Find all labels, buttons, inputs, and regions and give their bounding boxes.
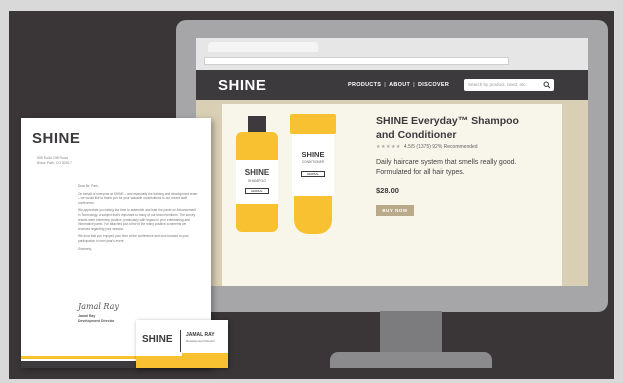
conditioner-brand: SHINE [301,150,325,159]
business-card: SHINE JAMAL RAY Development Director [136,320,228,368]
rating-stars-icon: ★★★★★ [376,144,401,150]
card-yellow-block [182,353,228,368]
nav-separator: | [384,82,387,88]
browser-tab[interactable] [208,42,318,52]
product-price: $28.00 [376,186,399,195]
card-divider [180,330,181,352]
card-role: Development Director [186,339,216,343]
card-name: JAMAL RAY [186,332,215,338]
conditioner-tube [292,134,334,196]
site-logo[interactable]: SHINE [218,77,266,94]
rating-row: ★★★★★ 4.5/5 (1375) 92% Recommended [376,144,478,150]
product-description: Daily haircare system that smells really… [376,159,517,176]
site-navbar: SHINE PRODUCTS | ABOUT | DISCOVER Search by … [196,70,588,100]
letter-paragraph: On behalf of everyone at SHINE – and esp… [78,191,198,205]
letter-body: Dear Mr. Park, On behalf of everyone at … [78,184,198,254]
browser-chrome [196,38,588,70]
search-placeholder: Search by product, need, etc. [468,82,527,87]
letter-closing: Sincerely, [78,246,92,251]
monitor-screen: SHINE PRODUCTS | ABOUT | DISCOVER Search by … [196,38,588,286]
nav-separator: | [413,82,416,88]
shampoo-brand: SHINE [244,168,270,177]
product-title: SHINE Everyday™ Shampoo and Conditioner [376,115,519,141]
nav-links: PRODUCTS | ABOUT | DISCOVER [348,82,449,88]
letter-paragraph: We appreciate you taking the time to ass… [78,208,196,231]
letter-logo: SHINE [32,130,81,147]
letter-address: 555 Solid Cliff Road Boise Park, CO 8051… [37,156,72,166]
conditioner-tag: HERBAL [301,171,325,177]
nav-link-products[interactable]: PRODUCTS [348,82,381,88]
letter-address-line2: Boise Park, CO 80517 [37,161,72,165]
conditioner-cap [290,114,336,134]
buy-now-button[interactable]: BUY NOW [376,205,414,216]
nav-link-about[interactable]: ABOUT [389,82,410,88]
monitor-stand-base [330,352,492,368]
letter-signer-title: Development Director [78,319,115,323]
card-logo: SHINE [142,334,173,345]
card-yellow-band [136,356,182,368]
letter-greeting: Dear Mr. Park, [78,184,99,188]
shampoo-tag: HERBAL [245,188,269,194]
shampoo-type: SHAMPOO [248,179,266,183]
letter-signature: Jamal Ray [78,302,119,311]
rating-text[interactable]: 4.5/5 (1375) 92% Recommended [404,144,478,150]
letter-signer: Jamal Ray Development Director [78,314,114,324]
conditioner-tube-bottom [294,196,332,234]
shampoo-bottle-cap [248,116,266,132]
letter-paragraph: We trust that you enjoyed your time at t… [78,234,189,243]
search-icon[interactable] [543,81,551,89]
nav-link-discover[interactable]: DISCOVER [418,82,449,88]
conditioner-type: CONDITIONER [301,160,325,164]
search-input[interactable]: Search by product, need, etc. [464,79,554,91]
address-bar[interactable] [204,57,509,65]
